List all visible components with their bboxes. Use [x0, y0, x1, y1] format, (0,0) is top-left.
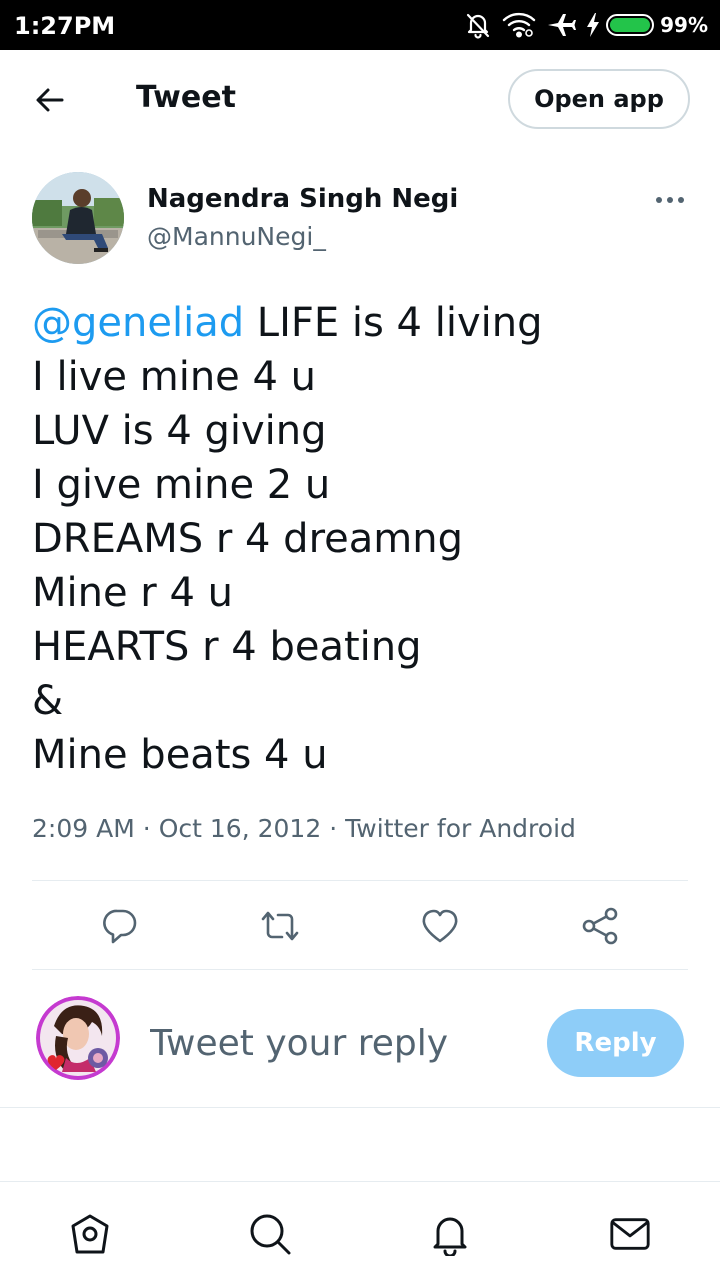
- share-button[interactable]: [578, 904, 622, 948]
- more-options-button[interactable]: [650, 190, 690, 210]
- wifi-icon: [502, 11, 536, 39]
- tweet-meta: 2:09 AM · Oct 16, 2012 · Twitter for Android: [32, 814, 576, 843]
- share-icon: [582, 907, 618, 945]
- tweet-actions: [0, 882, 720, 970]
- nav-search[interactable]: [248, 1212, 292, 1256]
- meta-separator: ·: [329, 814, 338, 843]
- tweet-line: Mine r 4 u: [32, 570, 233, 616]
- messages-icon: [610, 1218, 650, 1250]
- like-button[interactable]: [418, 904, 462, 948]
- tweet-line: @geneliad LIFE is 4 living: [32, 296, 692, 350]
- more-horizontal-icon: [656, 197, 662, 203]
- mention-link[interactable]: @geneliad: [32, 300, 244, 346]
- user-avatar[interactable]: [36, 996, 120, 1080]
- notifications-icon: [433, 1217, 467, 1256]
- more-horizontal-icon: [678, 197, 684, 203]
- battery-percent: 99%: [660, 13, 708, 37]
- airplane-icon: [546, 11, 577, 39]
- tweet-line-text: LIFE is 4 living: [244, 300, 543, 346]
- header: Tweet Open app: [0, 50, 720, 148]
- back-button[interactable]: [30, 80, 70, 120]
- status-bar: 1:27PM 99%: [0, 0, 720, 50]
- status-time: 1:27PM: [14, 12, 116, 40]
- battery-icon: 99%: [586, 13, 708, 37]
- more-horizontal-icon: [667, 197, 673, 203]
- charging-icon: [587, 13, 600, 37]
- nav-notifications[interactable]: [428, 1212, 472, 1256]
- tweet-line: I live mine 4 u: [32, 354, 317, 400]
- author-name[interactable]: Nagendra Singh Negi: [147, 184, 458, 214]
- author-avatar[interactable]: [32, 172, 124, 264]
- battery-level: [606, 14, 655, 36]
- tweet-line: LUV is 4 giving: [32, 408, 327, 454]
- meta-separator: ·: [142, 814, 151, 843]
- bottom-nav: [0, 1181, 720, 1280]
- like-icon: [422, 909, 458, 943]
- nav-home[interactable]: [68, 1212, 112, 1256]
- page-title: Tweet: [136, 80, 236, 115]
- open-app-button[interactable]: Open app: [508, 69, 690, 129]
- reply-input[interactable]: [150, 1018, 530, 1068]
- divider: [32, 880, 688, 881]
- retweet-button[interactable]: [258, 904, 302, 948]
- author-handle[interactable]: @MannuNegi_: [147, 222, 326, 251]
- tweet-line: DREAMS r 4 dreamng: [32, 516, 463, 562]
- search-icon: [250, 1214, 291, 1255]
- tweet-line: I give mine 2 u: [32, 462, 331, 508]
- reply-submit-button[interactable]: Reply: [547, 1009, 684, 1077]
- arrow-left-icon: [36, 88, 64, 112]
- tweet-time[interactable]: 2:09 AM: [32, 814, 135, 843]
- home-icon: [71, 1214, 109, 1254]
- reply-button[interactable]: [98, 904, 142, 948]
- tweet-text: @geneliad LIFE is 4 living I live mine 4…: [32, 296, 692, 782]
- status-icons: 99%: [464, 9, 708, 41]
- tweet-source[interactable]: Twitter for Android: [345, 814, 576, 843]
- divider: [0, 1107, 720, 1108]
- tweet-line: Mine beats 4 u: [32, 732, 328, 778]
- retweet-icon: [261, 911, 299, 941]
- tweet-line: HEARTS r 4 beating: [32, 624, 422, 670]
- reply-icon: [103, 909, 137, 944]
- tweet-line: &: [32, 678, 64, 724]
- nav-messages[interactable]: [608, 1212, 652, 1256]
- tweet-date[interactable]: Oct 16, 2012: [159, 814, 322, 843]
- mute-icon: [464, 11, 492, 39]
- divider: [32, 969, 688, 970]
